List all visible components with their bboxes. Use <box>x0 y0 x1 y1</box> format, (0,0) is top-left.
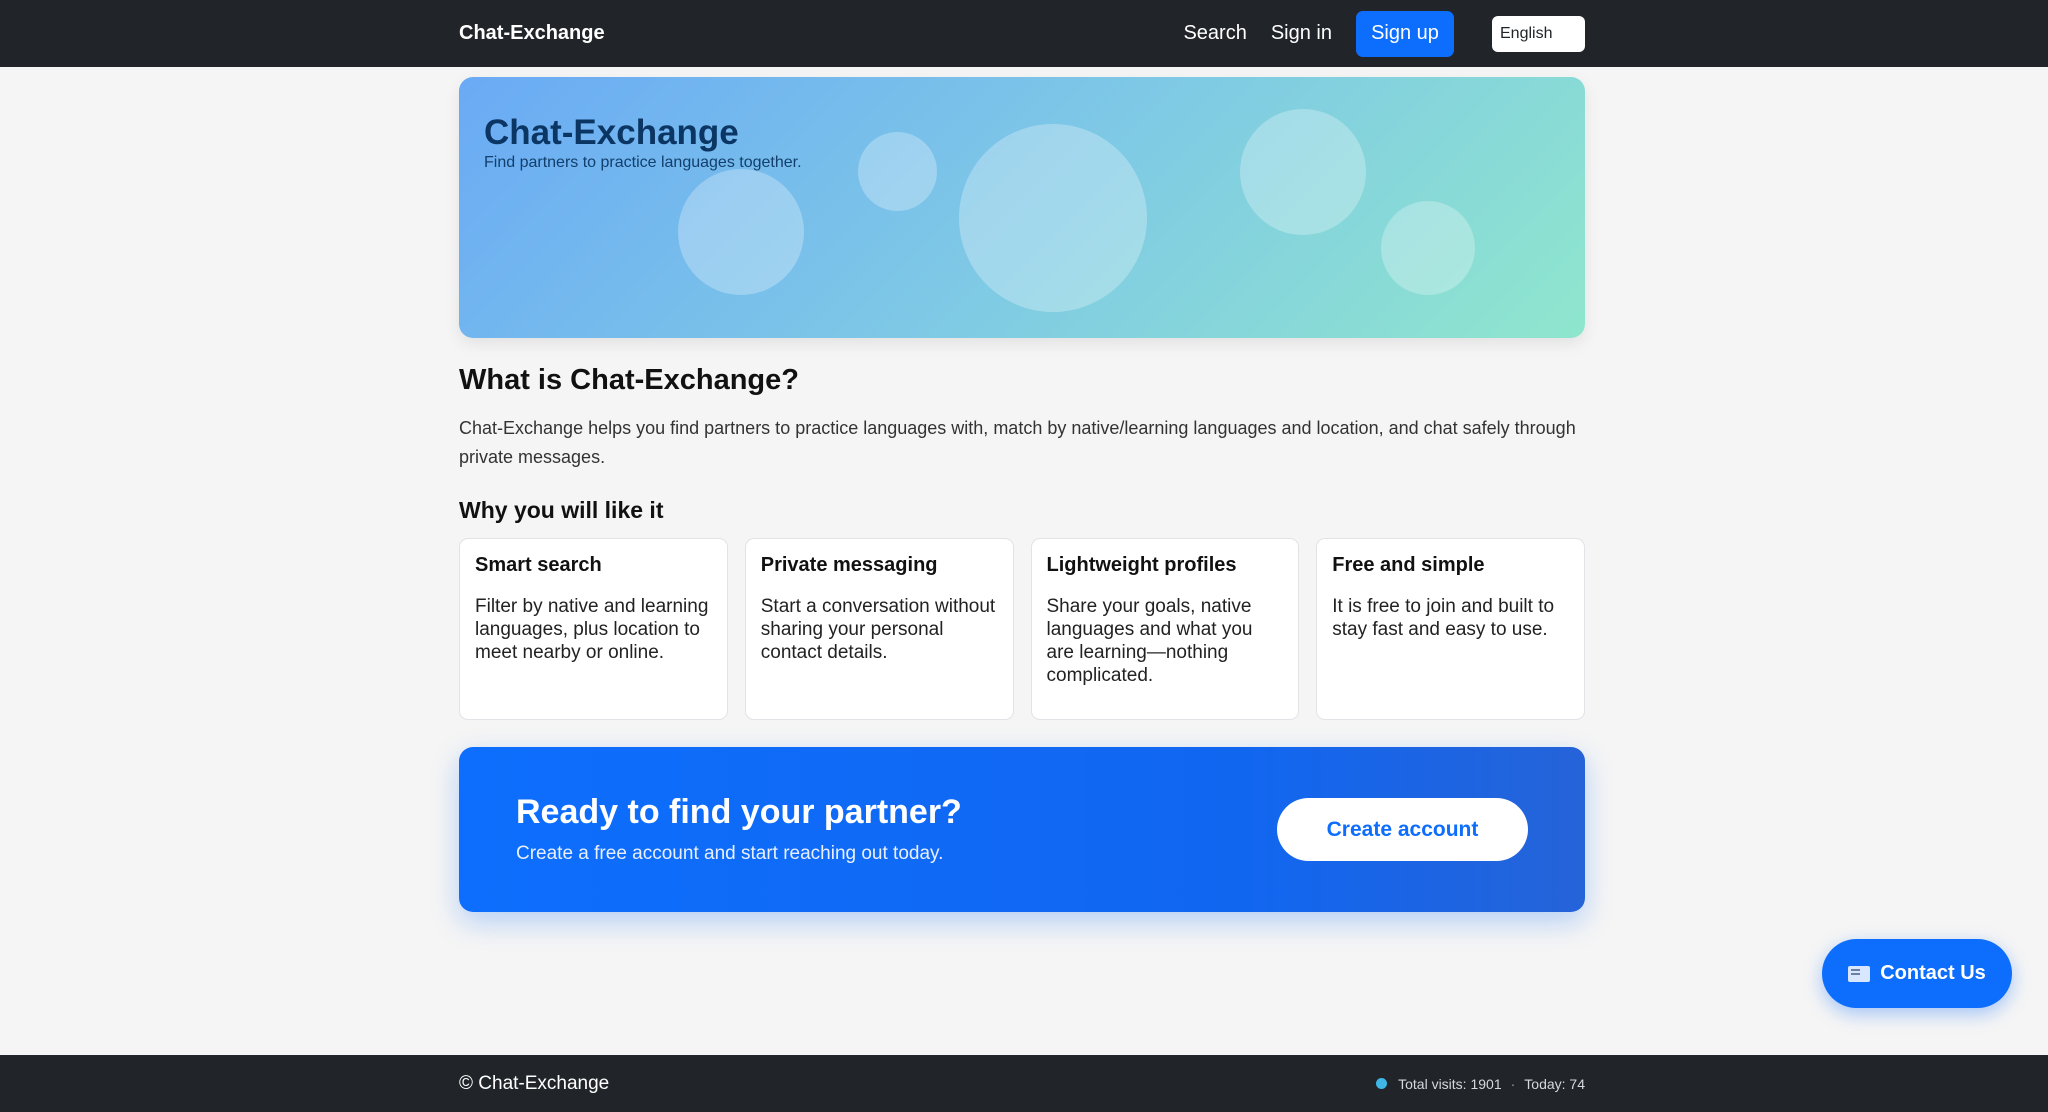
hero-banner: Chat-Exchange Find partners to practice … <box>459 77 1585 338</box>
footer: © Chat-Exchange Total visits: 1901 · Tod… <box>0 1055 2048 1112</box>
feature-cards: Smart search Filter by native and learni… <box>459 538 1585 720</box>
contact-us-button[interactable]: Contact Us <box>1822 939 2012 1008</box>
hero-bubble <box>959 124 1147 312</box>
navbar-container: Chat-Exchange Search Sign in Sign up Eng… <box>459 0 1585 67</box>
hero-title: Chat-Exchange <box>484 113 739 152</box>
signup-button[interactable]: Sign up <box>1356 10 1454 57</box>
today-visits: Today: 74 <box>1524 1075 1585 1092</box>
hero-bubble <box>1381 201 1475 295</box>
feature-card-lightweight-profiles: Lightweight profiles Share your goals, n… <box>1030 538 1300 720</box>
nav-search-link[interactable]: Search <box>1183 22 1246 45</box>
mail-icon <box>1848 965 1871 982</box>
about-heading: What is Chat-Exchange? <box>459 364 799 396</box>
feature-card-text: It is free to join and built to stay fas… <box>1332 596 1555 640</box>
feature-card-text: Filter by native and learning languages,… <box>475 596 709 663</box>
hero-bubble <box>678 169 804 295</box>
feature-card-title: Free and simple <box>1332 554 1485 576</box>
feature-card-title: Smart search <box>475 554 602 576</box>
hero-bubble <box>1240 109 1366 235</box>
hero-bubble <box>858 132 937 211</box>
footer-container: © Chat-Exchange Total visits: 1901 · Tod… <box>459 1055 1585 1112</box>
navbar-actions: Search Sign in Sign up English <box>1183 10 1585 57</box>
feature-card-private-messaging: Private messaging Start a conversation w… <box>744 538 1014 720</box>
language-select[interactable]: English <box>1492 15 1585 52</box>
top-navbar: Chat-Exchange Search Sign in Sign up Eng… <box>0 0 2048 67</box>
brand-link[interactable]: Chat-Exchange <box>459 22 605 45</box>
cta-subtitle: Create a free account and start reaching… <box>516 843 944 864</box>
stats-separator: · <box>1510 1075 1516 1092</box>
visit-stats: Total visits: 1901 · Today: 74 <box>1376 1076 1585 1092</box>
total-visits: Total visits: 1901 <box>1398 1075 1502 1092</box>
footer-copyright: © Chat-Exchange <box>459 1072 610 1094</box>
status-dot-icon <box>1376 1078 1388 1089</box>
cta-banner: Ready to find your partner? Create a fre… <box>459 747 1585 912</box>
nav-signin-link[interactable]: Sign in <box>1271 22 1332 45</box>
contact-us-label: Contact Us <box>1880 962 1986 984</box>
feature-card-text: Share your goals, native languages and w… <box>1046 596 1253 686</box>
feature-card-smart-search: Smart search Filter by native and learni… <box>459 538 728 720</box>
feature-card-text: Start a conversation without sharing you… <box>760 596 996 663</box>
cta-title: Ready to find your partner? <box>516 793 962 831</box>
feature-card-title: Lightweight profiles <box>1046 554 1237 576</box>
hero-subtitle: Find partners to practice languages toge… <box>484 154 802 171</box>
features-heading: Why you will like it <box>459 497 664 523</box>
about-paragraph: Chat-Exchange helps you find partners to… <box>459 418 1576 467</box>
feature-card-free-and-simple: Free and simple It is free to join and b… <box>1316 538 1585 720</box>
create-account-button[interactable]: Create account <box>1277 798 1528 861</box>
feature-card-title: Private messaging <box>760 554 938 576</box>
